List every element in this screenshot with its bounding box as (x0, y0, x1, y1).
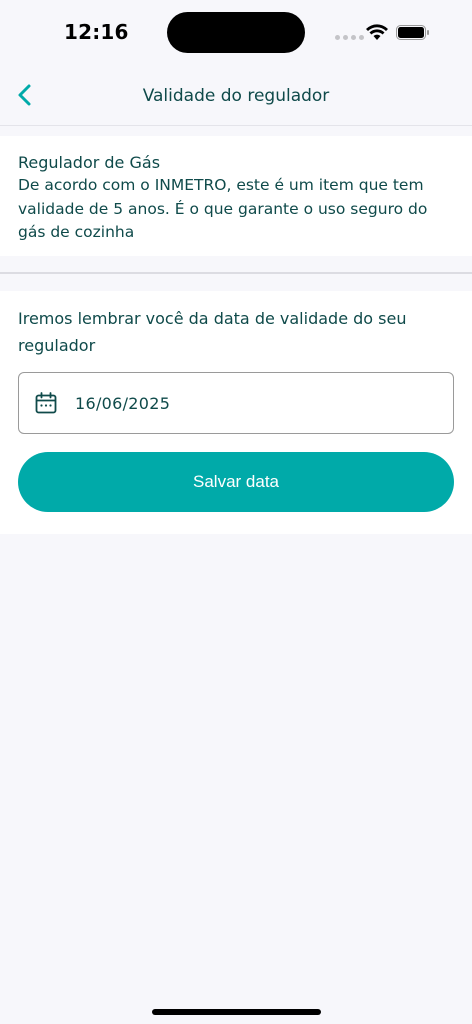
info-card: Regulador de Gás De acordo com o INMETRO… (0, 136, 472, 256)
info-text-line: gás de cozinha (18, 223, 135, 241)
reminder-description-line: Iremos lembrar você da data de validade … (18, 309, 407, 328)
dynamic-island (167, 12, 305, 53)
battery-icon (396, 25, 429, 40)
date-input[interactable]: 16/06/2025 (18, 372, 454, 434)
reminder-description-line: regulador (18, 336, 96, 355)
wifi-icon (366, 24, 388, 40)
info-text-line: validade de 5 anos. É o que garante o us… (18, 199, 428, 218)
save-date-button[interactable]: Salvar data (18, 452, 454, 512)
home-indicator[interactable] (152, 1009, 321, 1015)
calendar-icon (35, 392, 57, 414)
status-time: 12:16 (64, 20, 129, 44)
date-value: 16/06/2025 (75, 393, 171, 413)
screen: 12:16 Validade do regulador Regulador de… (0, 0, 472, 1024)
reminder-form: Iremos lembrar você da data de validade … (0, 291, 472, 534)
signal-icon (335, 35, 364, 40)
status-bar: 12:16 (0, 0, 472, 64)
section-divider (0, 272, 472, 274)
navigation-bar: Validade do regulador (0, 64, 472, 126)
info-text-line: De acordo com o INMETRO, este é um item … (18, 176, 424, 194)
page-title: Validade do regulador (142, 86, 330, 106)
info-title: Regulador de Gás (18, 153, 161, 172)
